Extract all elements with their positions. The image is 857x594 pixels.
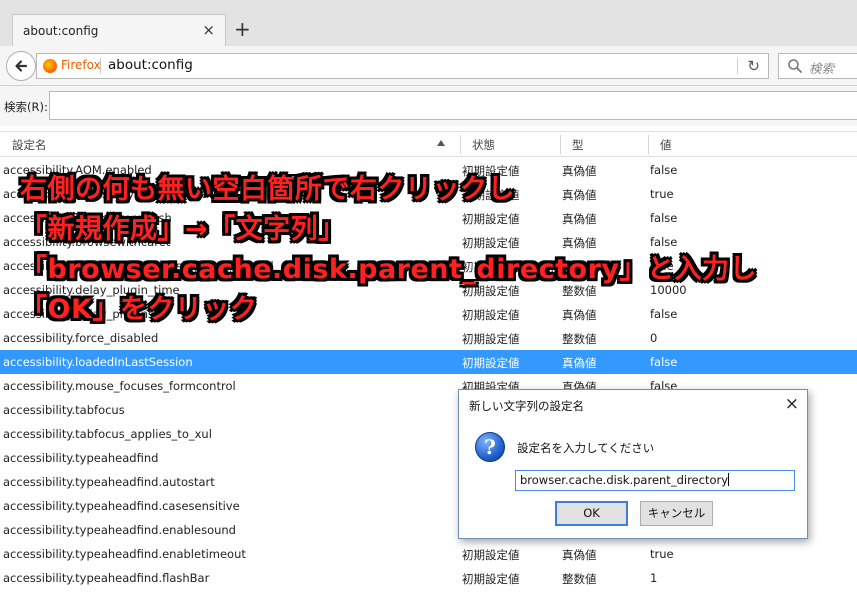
pref-name: accessibility.typeaheadfind (3, 451, 159, 465)
pref-type: 整数値 (562, 332, 597, 346)
filter-input[interactable] (49, 91, 857, 120)
pref-name: accessibility.force_disabled (3, 331, 159, 345)
url-separator (100, 58, 101, 74)
new-tab-icon[interactable]: + (234, 19, 251, 39)
column-separator[interactable] (648, 135, 649, 154)
pref-value: 1 (650, 571, 658, 585)
table-row[interactable]: accessibility.typeaheadfind.enabletimeou… (0, 542, 857, 566)
column-header-name[interactable]: 設定名 (12, 137, 47, 153)
reload-separator (737, 58, 738, 74)
table-row[interactable]: accessibility.typeaheadfind.flashBar 初期設定… (0, 566, 857, 590)
pref-name: accessibility.tabfocus_applies_to_xul (3, 427, 212, 441)
url-text[interactable]: about:config (108, 57, 193, 73)
pref-name: accessibility.typeaheadfind.flashBar (3, 571, 210, 585)
search-placeholder: 検索 (809, 61, 835, 76)
column-header-value[interactable]: 値 (660, 137, 672, 153)
pref-type: 真偽値 (562, 356, 597, 370)
pref-type: 真偽値 (562, 548, 597, 562)
filter-label: 検索(R): (4, 100, 48, 114)
tab-strip: about:config × + (0, 0, 857, 46)
pref-status: 初期設定値 (462, 332, 520, 346)
reload-icon[interactable]: ↻ (747, 57, 760, 75)
pref-value: false (650, 355, 678, 369)
pref-name: accessibility.tabfocus (3, 403, 125, 417)
firefox-logo-icon (43, 59, 57, 73)
back-arrow-icon (15, 60, 28, 72)
pref-name: accessibility.typeaheadfind.autostart (3, 475, 215, 489)
firefox-window: about:config × + Firefox about:config ↻ … (0, 0, 857, 594)
new-string-dialog: 新しい文字列の設定名 × ? 設定名を入力してください browser.cach… (458, 389, 808, 539)
identity-label[interactable]: Firefox (61, 58, 101, 72)
ok-button[interactable]: OK (555, 501, 628, 526)
tab-close-icon[interactable]: × (202, 21, 215, 39)
preference-name-value: browser.cache.disk.parent_directory (520, 473, 729, 487)
pref-status: 初期設定値 (462, 548, 520, 562)
search-icon (788, 59, 802, 73)
question-icon: ? (475, 432, 505, 462)
pref-value: true (650, 547, 674, 561)
column-separator[interactable] (560, 135, 561, 154)
tab-title: about:config (23, 24, 99, 38)
url-bar[interactable]: Firefox about:config ↻ (36, 53, 769, 79)
dialog-close-icon[interactable]: × (785, 394, 799, 414)
pref-name: accessibility.typeaheadfind.enablesound (3, 523, 236, 537)
pref-name: accessibility.loadedInLastSession (3, 355, 193, 369)
pref-type: 整数値 (562, 572, 597, 586)
dialog-titlebar[interactable]: 新しい文字列の設定名 × (459, 390, 807, 420)
dialog-title: 新しい文字列の設定名 (469, 399, 584, 413)
cancel-button[interactable]: キャンセル (640, 501, 713, 526)
annotation-line-4: 「OK」をクリック (20, 294, 258, 325)
pref-status: 初期設定値 (462, 356, 520, 370)
back-button[interactable] (6, 51, 36, 81)
filter-row: 検索(R): (0, 86, 857, 126)
column-separator[interactable] (460, 135, 461, 154)
column-header-status[interactable]: 状態 (472, 137, 495, 153)
text-caret (728, 473, 730, 486)
dialog-body: ? 設定名を入力してください browser.cache.disk.parent… (459, 420, 807, 538)
pref-value: 0 (650, 331, 658, 345)
table-header: 設定名 状態 型 値 (0, 131, 857, 157)
column-header-type[interactable]: 型 (572, 137, 584, 153)
preference-name-input[interactable]: browser.cache.disk.parent_directory (515, 470, 795, 491)
pref-name: accessibility.mouse_focuses_formcontrol (3, 379, 236, 393)
tab-about-config[interactable]: about:config × (12, 14, 226, 46)
search-bar[interactable]: 検索 (778, 53, 857, 79)
table-row[interactable]: accessibility.loadedInLastSession 初期設定値 真偽… (0, 350, 857, 374)
dialog-message: 設定名を入力してください (517, 441, 655, 455)
annotation-line-3: 「browser.cache.disk.parent_directory」と入力… (20, 254, 758, 285)
sort-ascending-icon (437, 140, 445, 146)
annotation-line-2: 「新規作成」→「文字列」 (20, 214, 346, 245)
pref-name: accessibility.typeaheadfind.casesensitiv… (3, 499, 240, 513)
pref-name: accessibility.typeaheadfind.enabletimeou… (3, 547, 246, 561)
annotation-line-1: 右側の何も無い空白箇所で右クリックし (20, 174, 515, 205)
pref-status: 初期設定値 (462, 572, 520, 586)
navigation-toolbar: Firefox about:config ↻ 検索 (0, 46, 857, 86)
instruction-annotation: 右側の何も無い空白箇所で右クリックし 「新規作成」→「文字列」 「browser… (20, 170, 757, 330)
